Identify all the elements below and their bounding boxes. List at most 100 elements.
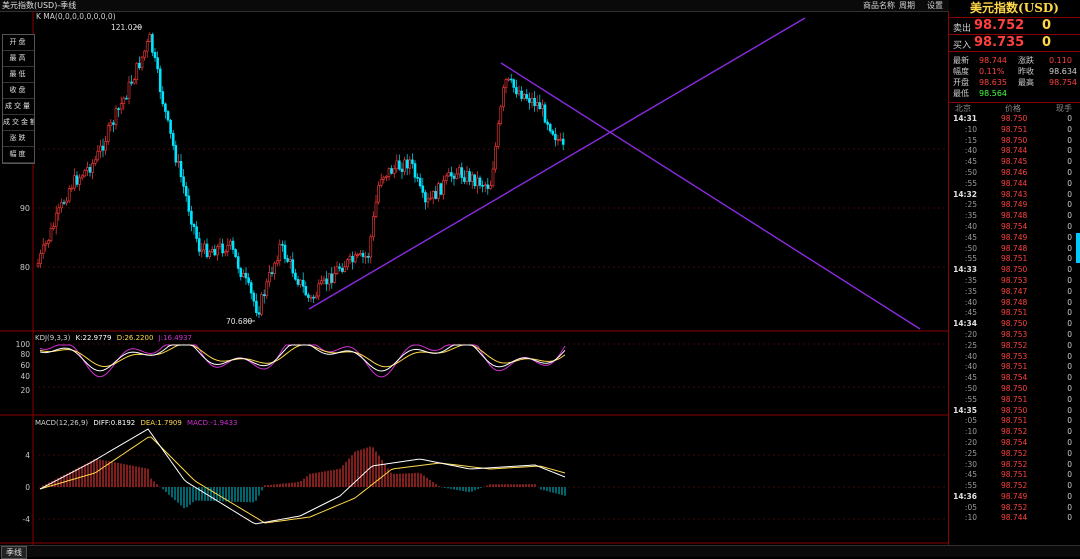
candle-body (294, 272, 297, 280)
tick-row: :45 98.751 0 (949, 470, 1080, 481)
candle-body (234, 249, 237, 257)
candle-body (346, 259, 349, 268)
candle-body (416, 176, 419, 179)
tick-volume: 0 (1067, 200, 1072, 210)
candle-body (372, 216, 375, 238)
candle-body (470, 174, 474, 182)
candle-body (481, 185, 484, 187)
tick-time: :35 (964, 211, 977, 221)
tick-price: 98.749 (1001, 491, 1028, 501)
candle-body (411, 159, 414, 164)
candle-body (140, 56, 144, 69)
menu-close[interactable]: 收盘 (3, 83, 34, 99)
candle-body (65, 200, 68, 204)
tick-row: :15 98.750 0 (949, 136, 1080, 147)
candle-body (158, 68, 162, 92)
candle-body (130, 81, 133, 84)
candle-body (166, 111, 170, 121)
tick-volume: 0 (1067, 189, 1072, 199)
tick-price: 98.754 (1001, 437, 1028, 447)
tick-price: 98.744 (1001, 146, 1028, 156)
candle-body (364, 255, 367, 258)
tick-time: :55 (964, 254, 977, 264)
candle-body (301, 279, 305, 287)
candle-body (522, 94, 526, 99)
macd-y-tick: -4 (23, 515, 31, 524)
tick-price: 98.753 (1001, 351, 1028, 361)
candle-body (304, 286, 308, 296)
tick-price: 98.751 (1001, 254, 1028, 264)
tick-price: 98.748 (1001, 243, 1028, 253)
tick-price: 98.754 (1001, 221, 1028, 231)
stat-value: 98.634 (1049, 67, 1077, 76)
candle-body (317, 283, 321, 297)
candle-body (535, 102, 539, 106)
tick-time: :40 (964, 221, 977, 231)
candle-body (148, 34, 152, 42)
kdj-name: KDJ(9,3,3) (35, 334, 71, 342)
tick-list[interactable]: 14:31 98.750 0:10 98.751 0:15 98.750 0:40 98.74… (949, 114, 1080, 524)
candle-body (465, 171, 469, 182)
tick-price: 98.752 (1001, 459, 1028, 469)
stat-label: 幅度 (953, 67, 969, 76)
menu-symbol-name[interactable]: 商品名称 (863, 0, 895, 11)
candle-body (52, 226, 55, 229)
tick-time: :30 (964, 459, 977, 469)
descending-trendline[interactable] (500, 62, 921, 330)
candle-body (145, 41, 149, 52)
bottom-bar: 季线 (0, 545, 1080, 559)
tick-price: 98.751 (1001, 470, 1028, 480)
candle-body (512, 79, 516, 88)
tick-time: :45 (964, 470, 977, 480)
menu-low[interactable]: 最低 (3, 67, 34, 83)
chart-svg[interactable]: 100 90 80 K MA(0,0,0,0,0,0,0,0) 121.020 … (0, 11, 948, 545)
candle-body (99, 145, 102, 152)
candle-body (494, 146, 497, 170)
tick-time: :45 (964, 157, 977, 167)
candle-body (70, 187, 74, 190)
period-tab-quarterly[interactable]: 季线 (1, 546, 27, 559)
tick-price: 98.750 (1001, 114, 1028, 123)
tick-price: 98.754 (1001, 373, 1028, 383)
candle-body (151, 34, 154, 53)
tick-volume: 0 (1067, 351, 1072, 361)
macd-y-tick: 4 (25, 451, 30, 460)
tick-row: :35 98.753 0 (949, 276, 1080, 287)
candle-body (153, 52, 157, 58)
candle-body (283, 244, 287, 259)
menu-change[interactable]: 涨跌 (3, 131, 34, 147)
candle-body (452, 175, 456, 179)
candle-body (405, 159, 409, 169)
candle-body (447, 172, 451, 177)
menu-settings[interactable]: 设置 (927, 0, 943, 11)
tick-price: 98.753 (1001, 275, 1028, 285)
menu-open[interactable]: 开盘 (3, 35, 34, 51)
quote-stats: 最新 98.744 涨跌 0.110 幅度 0.11% 昨收 98.634 开盘 98.635 最高… (949, 55, 1080, 99)
quote-panel: 美元指数(USD) 卖出 98.752 0 买入 98.735 0 最新 98.7… (949, 0, 1080, 545)
y-tick: 80 (20, 263, 30, 272)
menu-amount[interactable]: 成交金额 (3, 115, 34, 131)
candle-body (203, 243, 206, 251)
tick-list-scrollbar[interactable] (1076, 233, 1080, 263)
tick-price: 98.751 (1001, 416, 1028, 426)
tick-volume: 0 (1067, 416, 1072, 426)
macd-diff-value: DIFF:0.8192 (93, 419, 135, 427)
candle-body (190, 210, 193, 225)
candle-body (299, 279, 302, 285)
tick-row: :50 98.746 0 (949, 168, 1080, 179)
candle-body (530, 97, 534, 103)
candle-body (252, 292, 256, 302)
tick-volume: 0 (1067, 329, 1072, 339)
menu-high[interactable]: 最高 (3, 51, 34, 67)
buy-quote-row: 买入 98.735 0 (949, 35, 1080, 51)
candle-body (96, 150, 100, 161)
chart-area[interactable]: 100 90 80 K MA(0,0,0,0,0,0,0,0) 121.020 … (0, 11, 949, 545)
menu-volume[interactable]: 成交量 (3, 99, 34, 115)
tick-price: 98.744 (1001, 513, 1028, 523)
tick-time: :35 (964, 286, 977, 296)
tick-volume: 0 (1067, 178, 1072, 188)
tick-price: 98.748 (1001, 211, 1028, 221)
menu-period[interactable]: 周期 (899, 0, 915, 11)
menu-range[interactable]: 幅度 (3, 147, 34, 163)
ascending-trendline[interactable] (308, 17, 806, 310)
